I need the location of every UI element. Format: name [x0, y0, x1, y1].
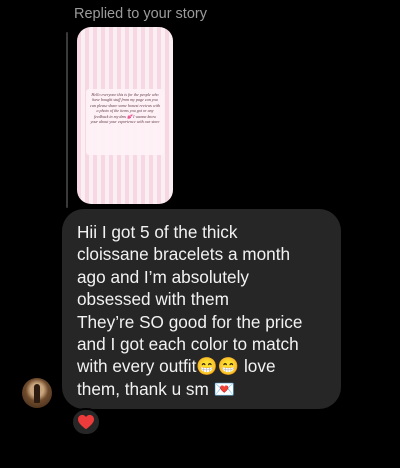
message-line: Hii I got 5 of the thick [77, 222, 238, 242]
reply-header: Replied to your story [74, 6, 207, 22]
reply-indicator-bar [66, 32, 68, 208]
message-line: cloissane bracelets a month [77, 244, 291, 265]
reaction-badge[interactable] [71, 408, 101, 436]
story-thumbnail[interactable]: Hello everyone this is for the people wh… [77, 27, 173, 204]
story-text: Hello everyone this is for the people wh… [86, 89, 164, 155]
message-line: ago and I’m absolutely [77, 266, 249, 287]
message-bubble[interactable]: Hii I got 5 of the thick cloissane brace… [62, 209, 341, 409]
avatar[interactable] [22, 378, 52, 408]
message-line: them, thank u sm 💌 [77, 378, 236, 399]
avatar-figure [34, 384, 40, 403]
dm-thread: Replied to your story Hello everyone thi… [0, 0, 400, 468]
message-line: They’re SO good for the price [77, 311, 303, 332]
message-line: and I got each color to match [77, 334, 299, 355]
message-line: obsessed with them [77, 289, 229, 310]
heart-icon [78, 414, 94, 430]
message-line: with every outfit😁😁 love [77, 356, 276, 377]
